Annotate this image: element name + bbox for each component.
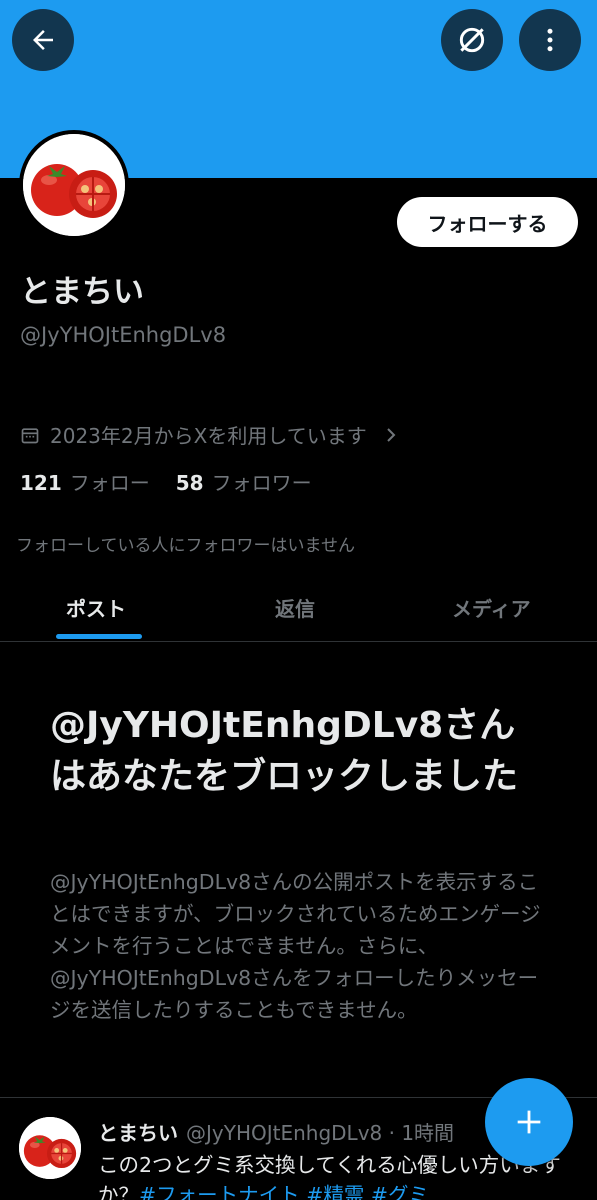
tomato-avatar-image [19, 1117, 81, 1179]
chevron-right-icon [387, 427, 396, 442]
joined-date-text: 2023年2月からXを利用しています [50, 424, 367, 448]
tomato-avatar-image [23, 134, 125, 236]
offline-toggle-button[interactable] [441, 9, 503, 71]
joined-date[interactable]: 2023年2月からXを利用しています [20, 420, 399, 449]
following-count: 121 [20, 471, 62, 495]
tweet-meta: @JyYHOJtEnhgDLv8 · 1時間 [186, 1121, 455, 1145]
tweet-header: とまちい @JyYHOJtEnhgDLv8 · 1時間 [98, 1117, 454, 1146]
offline-globe-icon [459, 27, 485, 53]
profile-handle: @JyYHOJtEnhgDLv8 [20, 323, 227, 347]
blocked-notice-body: @JyYHOJtEnhgDLv8さんの公開ポストを表示することはできますが、ブロ… [50, 870, 541, 1022]
follow-button[interactable]: フォローする [397, 197, 578, 247]
mutual-followers-note: フォローしている人にフォロワーはいません [16, 536, 355, 556]
followers-label: フォロワー [211, 471, 312, 495]
following-count-link[interactable]: 121 フォロー [20, 467, 150, 496]
tab-media[interactable]: メディア [452, 593, 531, 622]
profile-avatar[interactable] [19, 130, 129, 240]
follow-counts: 121 フォロー 58 フォロワー [20, 467, 312, 496]
followers-count-link[interactable]: 58 フォロワー [176, 467, 312, 496]
tab-replies[interactable]: 返信 [275, 593, 315, 622]
compose-post-button[interactable] [485, 1078, 573, 1166]
profile-tabs: ポスト 返信 メディア [0, 580, 597, 642]
calendar-icon [21, 427, 39, 443]
active-tab-indicator [56, 634, 142, 639]
tab-posts[interactable]: ポスト [66, 593, 126, 622]
more-vertical-icon [547, 28, 553, 52]
tweet-author-name[interactable]: とまちい [98, 1121, 178, 1145]
blocked-notice-title: @JyYHOJtEnhgDLv8さんはあなたをブロックしました [50, 705, 519, 797]
arrow-left-icon [33, 30, 53, 50]
tweet-text[interactable]: この2つとグミ系交換してくれる心優しい方いますか？#フォートナイト #精霊 #グ… [98, 1150, 568, 1200]
tweet-avatar[interactable] [19, 1117, 81, 1179]
following-label: フォロー [69, 471, 150, 495]
back-button[interactable] [12, 9, 74, 71]
more-options-button[interactable] [519, 9, 581, 71]
profile-display-name: とまちい [20, 274, 144, 310]
tweet-hashtags[interactable]: #フォートナイト #精霊 #グミ [139, 1183, 429, 1200]
followers-count: 58 [175, 471, 204, 495]
plus-icon [517, 1110, 541, 1134]
